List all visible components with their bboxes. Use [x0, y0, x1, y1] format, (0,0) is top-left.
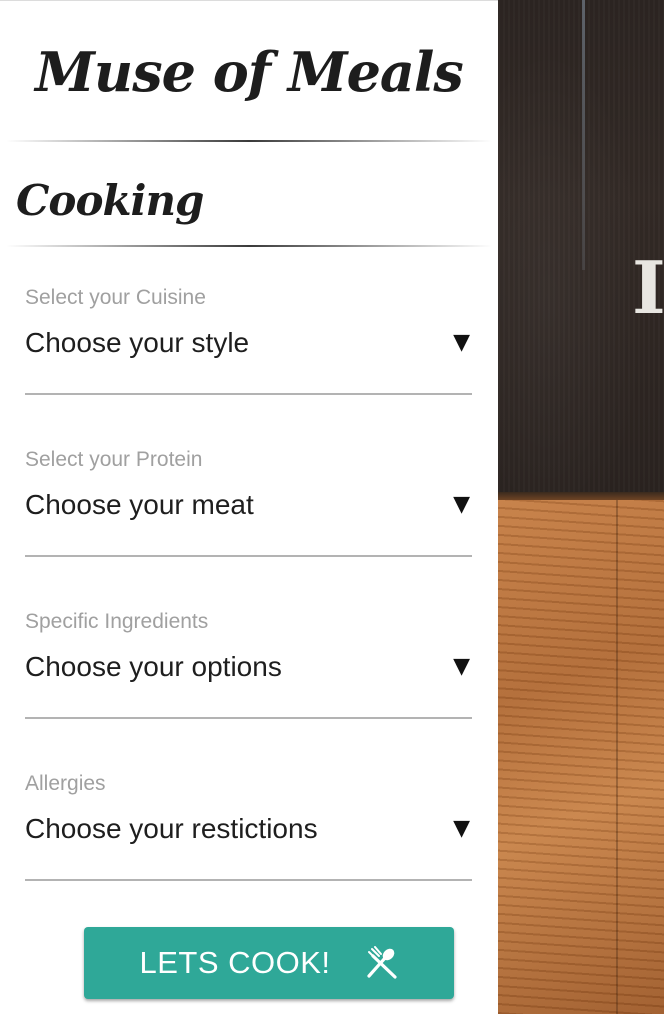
dropdown-arrow-icon: ▼ [453, 816, 470, 841]
section-title: Cooking [16, 176, 204, 225]
ingredients-label: Specific Ingredients [25, 610, 209, 633]
dropdown-arrow-icon: ▼ [453, 492, 470, 517]
ingredients-field: Specific Ingredients Choose your options… [25, 607, 472, 729]
hero-heading-partial: I [632, 245, 664, 330]
sidebar-panel: Muse of Meals Cooking Select your Cuisin… [0, 0, 498, 1014]
cuisine-select-value: Choose your style [25, 327, 250, 358]
protein-select[interactable]: Choose your meat ▼ [25, 485, 472, 557]
chalk-streak [582, 0, 585, 270]
app-title: Muse of Meals [35, 40, 464, 104]
ingredients-select[interactable]: Choose your options ▼ [25, 647, 472, 719]
protein-field: Select your Protein Choose your meat ▼ [25, 445, 472, 567]
cuisine-label: Select your Cuisine [25, 286, 206, 309]
ingredients-select-value: Choose your options [25, 651, 282, 682]
cutting-board-image [498, 500, 664, 1014]
section-divider [6, 245, 492, 247]
hero-background: I [498, 0, 664, 1014]
allergies-label: Allergies [25, 772, 106, 795]
dropdown-arrow-icon: ▼ [453, 654, 470, 679]
dropdown-arrow-icon: ▼ [453, 330, 470, 355]
cuisine-field: Select your Cuisine Choose your style ▼ [25, 283, 472, 405]
protein-select-value: Choose your meat [25, 489, 254, 520]
allergies-select[interactable]: Choose your restictions ▼ [25, 809, 472, 881]
title-divider [6, 140, 492, 142]
lets-cook-button[interactable]: LETS COOK! [84, 927, 454, 999]
allergies-field: Allergies Choose your restictions ▼ [25, 769, 472, 891]
protein-label: Select your Protein [25, 448, 203, 471]
lets-cook-label: LETS COOK! [139, 945, 331, 980]
app-window: Muse of Meals Cooking Select your Cuisin… [0, 0, 664, 1014]
allergies-select-value: Choose your restictions [25, 813, 318, 844]
fork-and-spoon-icon [365, 946, 399, 980]
cuisine-select[interactable]: Choose your style ▼ [25, 323, 472, 395]
chalkboard-edge [498, 492, 664, 500]
